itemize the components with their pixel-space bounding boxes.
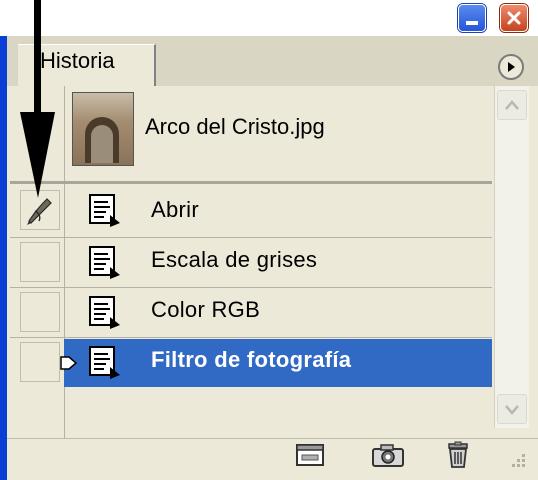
camera-snapshot-icon: [372, 444, 404, 467]
new-document-from-state-button[interactable]: [292, 440, 328, 470]
annotation-arrow-icon: [20, 0, 55, 198]
history-state-row[interactable]: [10, 186, 492, 236]
history-state-icon: [89, 296, 120, 329]
history-state-label: Color RGB: [151, 297, 261, 322]
title-bar: [0, 0, 538, 36]
history-source-checkbox[interactable]: [20, 242, 60, 282]
vertical-scrollbar[interactable]: [494, 86, 529, 428]
panel-menu-button[interactable]: [498, 54, 524, 80]
history-state-label: Escala de grises: [151, 247, 318, 272]
snapshot-thumbnail: [72, 92, 134, 166]
chevron-down-icon: [505, 405, 519, 415]
snapshot-separator: [10, 181, 492, 184]
history-state-icon: [89, 194, 120, 227]
snapshot-label: Arco del Cristo.jpg: [145, 114, 325, 139]
scroll-up-button[interactable]: [497, 90, 527, 120]
history-source-checkbox[interactable]: [20, 292, 60, 332]
window-left-border: [0, 36, 7, 480]
minimize-button[interactable]: [458, 4, 486, 32]
chevron-up-icon: [505, 100, 519, 110]
new-snapshot-button[interactable]: [370, 440, 406, 470]
minimize-icon: [466, 21, 478, 25]
scroll-down-button[interactable]: [497, 394, 527, 424]
close-button[interactable]: [500, 4, 528, 32]
trash-icon: [448, 441, 468, 468]
new-document-from-state-icon: [296, 444, 324, 466]
close-icon: [507, 11, 521, 25]
panel-menu-arrow-icon: [508, 62, 515, 72]
history-source-checkbox[interactable]: [20, 342, 60, 382]
history-state-icon: [89, 346, 120, 379]
thumbnail-arch-opening: [91, 125, 113, 163]
history-state-label: Abrir: [151, 197, 199, 222]
history-state-icon: [89, 246, 120, 279]
delete-state-button[interactable]: [440, 440, 476, 470]
history-window: Historia Arco del Cristo.jpg Abrir Escal…: [0, 0, 538, 480]
state-slider-pointer-icon[interactable]: [60, 354, 78, 372]
resize-grip-icon[interactable]: [506, 450, 528, 472]
history-state-label: Filtro de fotografía: [151, 347, 352, 372]
row-divider: [10, 337, 492, 338]
